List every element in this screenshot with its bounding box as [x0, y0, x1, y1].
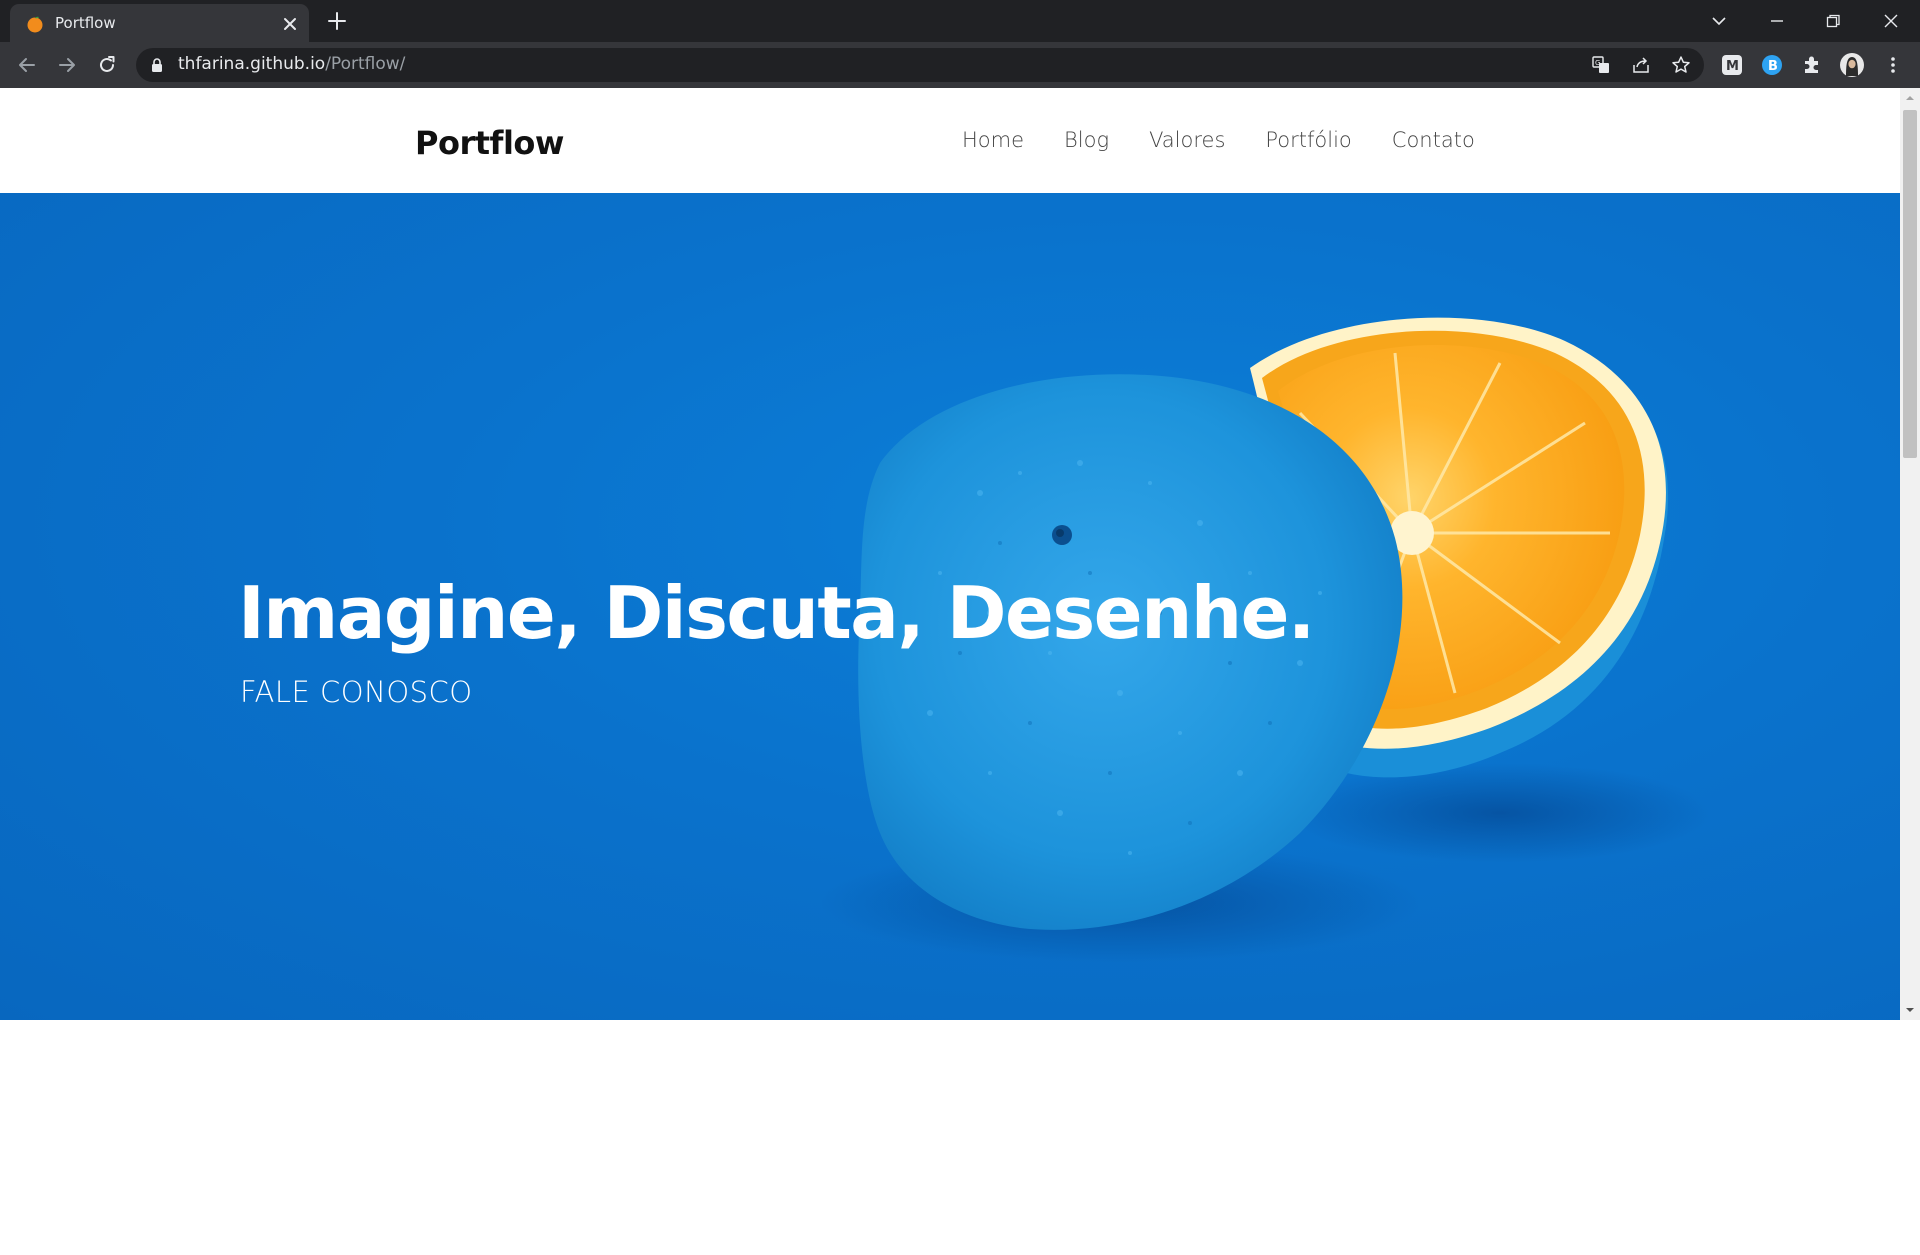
- forward-arrow-icon[interactable]: [54, 52, 80, 78]
- page-scrollbar[interactable]: [1900, 88, 1920, 1020]
- close-window-icon[interactable]: [1878, 8, 1904, 34]
- svg-text:G: G: [1595, 59, 1600, 67]
- site-header: Portflow Home Blog Valores Portfólio Con…: [0, 88, 1900, 193]
- nav-link-valores[interactable]: Valores: [1149, 128, 1225, 152]
- orange-favicon-icon: [27, 16, 43, 33]
- browser-frame: Portflow thfarina.github.io/Portflow/ G …: [0, 0, 1920, 88]
- nav-link-home[interactable]: Home: [962, 128, 1024, 152]
- back-arrow-icon[interactable]: [14, 52, 40, 78]
- svg-text:M: M: [1726, 59, 1739, 74]
- scroll-up-arrow-icon[interactable]: [1904, 92, 1916, 104]
- new-tab-icon[interactable]: [326, 10, 348, 32]
- scroll-down-arrow-icon[interactable]: [1904, 1004, 1916, 1016]
- site-logo[interactable]: Portflow: [415, 124, 564, 162]
- nav-link-blog[interactable]: Blog: [1064, 128, 1109, 152]
- reload-icon[interactable]: [94, 52, 120, 78]
- url-path: /Portflow/: [325, 54, 406, 74]
- nav-menu: Home Blog Valores Portfólio Contato: [962, 128, 1515, 152]
- extension-b-icon[interactable]: B: [1759, 52, 1785, 78]
- tab-title: Portflow: [55, 14, 116, 32]
- share-icon[interactable]: [1630, 54, 1652, 76]
- translate-icon[interactable]: G: [1590, 54, 1612, 76]
- web-page: Portflow Home Blog Valores Portfólio Con…: [0, 88, 1900, 1255]
- hero-banner: Imagine, Discuta, Desenhe. FALE CONOSCO: [0, 193, 1900, 1020]
- minimize-icon[interactable]: [1764, 8, 1790, 34]
- svg-text:B: B: [1768, 59, 1778, 74]
- contact-cta-link[interactable]: FALE CONOSCO: [240, 675, 473, 709]
- tab-search-chevron-icon[interactable]: [1706, 8, 1732, 34]
- restore-icon[interactable]: [1820, 8, 1846, 34]
- browser-toolbar: thfarina.github.io/Portflow/ G M B: [0, 42, 1920, 88]
- browser-tab[interactable]: Portflow: [10, 4, 309, 42]
- scrollbar-thumb[interactable]: [1903, 110, 1917, 458]
- hero-title: Imagine, Discuta, Desenhe.: [238, 571, 1315, 655]
- extension-m-icon[interactable]: M: [1719, 52, 1745, 78]
- address-bar[interactable]: thfarina.github.io/Portflow/ G: [136, 48, 1704, 82]
- extensions-puzzle-icon[interactable]: [1799, 52, 1825, 78]
- lock-icon[interactable]: [150, 57, 164, 73]
- nav-link-portfolio[interactable]: Portfólio: [1265, 128, 1351, 152]
- url-host: thfarina.github.io: [178, 54, 326, 74]
- url-text[interactable]: thfarina.github.io/Portflow/: [178, 54, 405, 74]
- more-menu-icon[interactable]: [1880, 52, 1906, 78]
- tab-strip: Portflow: [0, 0, 1920, 42]
- nav-link-contato[interactable]: Contato: [1392, 128, 1475, 152]
- close-tab-icon[interactable]: [280, 14, 300, 34]
- profile-avatar[interactable]: [1839, 52, 1865, 78]
- star-bookmark-icon[interactable]: [1670, 54, 1692, 76]
